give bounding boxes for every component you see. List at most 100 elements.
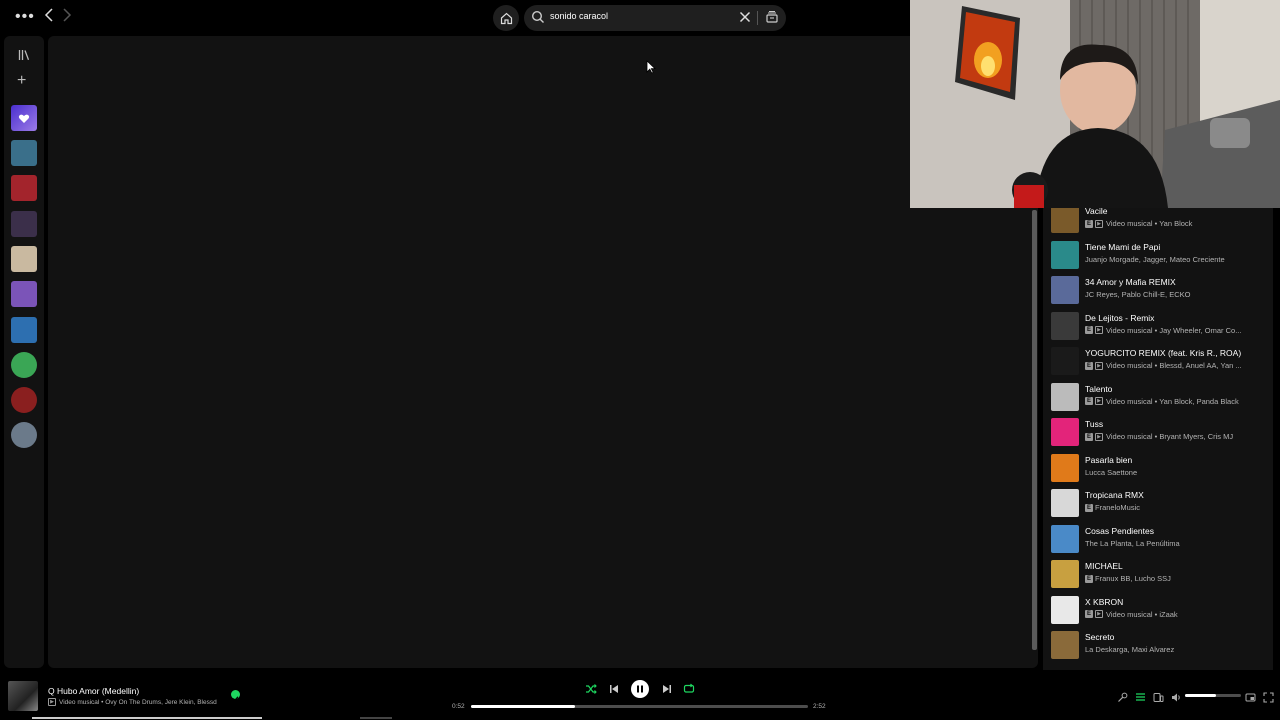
progress-bar[interactable] — [471, 705, 808, 708]
sidebar-item-playlist-4[interactable] — [11, 246, 37, 272]
sidebar-item-playlist-6[interactable] — [11, 317, 37, 343]
now-playing-artwork[interactable] — [8, 681, 38, 711]
queue-item-artists[interactable]: FraneloMusic — [1095, 503, 1140, 512]
volume-slider[interactable] — [1185, 694, 1241, 697]
queue-item-artwork — [1051, 524, 1079, 553]
now-playing-artists-text: Video musical • Ovy On The Drums, Jere K… — [59, 698, 217, 706]
heart-icon — [18, 114, 30, 123]
repeat-icon[interactable] — [683, 682, 695, 700]
queue-item-title[interactable]: Tropicana RMX — [1085, 490, 1144, 500]
queue-item[interactable]: Tuss E ▶ Video musical • Bryant Myers, Cris… — [1051, 418, 1276, 448]
shuffle-icon[interactable] — [585, 682, 597, 700]
search-bar[interactable]: sonido caracol — [524, 5, 786, 31]
queue-item-artists[interactable]: Video musical • iZaak — [1106, 610, 1178, 619]
sidebar-item-artist-2[interactable] — [11, 387, 37, 413]
more-options-icon[interactable]: ••• — [15, 8, 35, 26]
elapsed-time: 0:52 — [452, 703, 465, 710]
queue-item[interactable]: Pasarla bien Lucca Saettone — [1051, 453, 1276, 484]
queue-item-artwork — [1051, 631, 1079, 659]
queue-item[interactable]: Secreto La Deskarga, Maxi Alvarez — [1051, 631, 1276, 661]
queue-item-meta: E ▶ Video musical • Yan Block — [1085, 219, 1192, 228]
explicit-badge: E — [1085, 326, 1093, 334]
next-icon[interactable] — [661, 682, 673, 700]
video-icon: ▶ — [1095, 326, 1103, 334]
queue-item-title[interactable]: Pasarla bien — [1085, 455, 1132, 465]
queue-item-artwork — [1051, 560, 1079, 588]
sidebar-item-artist-1[interactable] — [11, 352, 37, 378]
queue-item-title[interactable]: X KBRON — [1085, 597, 1123, 607]
volume-icon[interactable] — [1171, 690, 1182, 708]
sidebar-item-artist-3[interactable] — [11, 422, 37, 448]
back-arrow-icon[interactable] — [44, 8, 56, 24]
forward-arrow-icon[interactable] — [62, 8, 74, 24]
library-sidebar: + — [4, 36, 44, 668]
queue-item-meta: Juanjo Morgade, Jagger, Mateo Creciente — [1085, 255, 1225, 264]
queue-item[interactable]: Talento E ▶ Video musical • Yan Block, Pand… — [1051, 382, 1276, 413]
queue-item-title[interactable]: YOGURCITO REMIX (feat. Kris R., ROA) — [1085, 348, 1241, 358]
queue-item-artwork — [1051, 240, 1079, 269]
sidebar-item-playlist-3[interactable] — [11, 211, 37, 237]
miniplayer-icon[interactable] — [1245, 690, 1256, 708]
queue-item[interactable]: Tiene Mami de Papi Juanjo Morgade, Jagger… — [1051, 240, 1276, 271]
queue-item-artists[interactable]: Video musical • Yan Block — [1106, 219, 1192, 228]
queue-item-artists[interactable]: La Deskarga, Maxi Alvarez — [1085, 645, 1174, 654]
queue-item-title[interactable]: Secreto — [1085, 632, 1114, 642]
queue-item-artwork — [1051, 347, 1079, 375]
sidebar-item-liked-songs[interactable] — [11, 105, 37, 131]
pause-button[interactable] — [631, 680, 649, 698]
queue-item[interactable]: 34 Amor y Mafia REMIX JC Reyes, Pablo Chi… — [1051, 276, 1276, 306]
library-icon[interactable] — [18, 48, 30, 66]
clear-search-icon[interactable] — [738, 10, 752, 29]
sidebar-item-playlist-1[interactable] — [11, 140, 37, 166]
scrollbar[interactable] — [1032, 210, 1037, 650]
queue-item-title[interactable]: Cosas Pendientes — [1085, 526, 1154, 536]
video-icon: ▶ — [1095, 219, 1103, 228]
queue-item-title[interactable]: Tiene Mami de Papi — [1085, 242, 1160, 252]
connect-device-icon[interactable] — [1153, 690, 1164, 708]
queue-item-meta: Lucca Saettone — [1085, 468, 1137, 477]
sidebar-item-playlist-5[interactable] — [11, 281, 37, 307]
sidebar-item-playlist-2[interactable] — [11, 175, 37, 201]
video-icon: ▶ — [1095, 397, 1103, 405]
queue-item-artists[interactable]: Franux BB, Lucho SSJ — [1095, 574, 1171, 583]
saved-check-icon[interactable] — [231, 690, 240, 702]
queue-item-artwork — [1051, 276, 1079, 304]
explicit-badge: E — [1085, 574, 1093, 583]
queue-item[interactable]: Cosas Pendientes The La Planta, La Penúlt… — [1051, 524, 1276, 555]
queue-item-meta: E ▶ Video musical • Bryant Myers, Cris MJ — [1085, 432, 1233, 441]
video-icon: ▶ — [1095, 432, 1103, 441]
fullscreen-icon[interactable] — [1263, 690, 1274, 708]
queue-item[interactable]: Vacile E ▶ Video musical • Yan Block — [1051, 205, 1276, 235]
queue-item-artists[interactable]: Video musical • Blessd, Anuel AA, Yan ..… — [1106, 361, 1242, 370]
previous-icon[interactable] — [608, 682, 620, 700]
queue-item-title[interactable]: Tuss — [1085, 419, 1103, 429]
queue-item-artists[interactable]: Lucca Saettone — [1085, 468, 1137, 477]
queue-item-meta: The La Planta, La Penúltima — [1085, 539, 1180, 548]
queue-item-meta: E FraneloMusic — [1085, 503, 1140, 512]
lyrics-mic-icon[interactable] — [1117, 690, 1128, 708]
queue-item-artists[interactable]: Video musical • Yan Block, Panda Black — [1106, 397, 1239, 406]
queue-item-title[interactable]: De Lejitos - Remix — [1085, 313, 1154, 323]
queue-item[interactable]: MICHAEL E Franux BB, Lucho SSJ — [1051, 560, 1276, 590]
now-playing-artists[interactable]: ▶ Video musical • Ovy On The Drums, Jere… — [48, 698, 217, 706]
queue-icon[interactable] — [1135, 690, 1146, 708]
queue-item[interactable]: X KBRON E ▶ Video musical • iZaak — [1051, 595, 1276, 626]
queue-item-artists[interactable]: Juanjo Morgade, Jagger, Mateo Creciente — [1085, 255, 1225, 264]
taskbar-indicator-2 — [360, 717, 392, 719]
queue-item-artists[interactable]: Video musical • Bryant Myers, Cris MJ — [1106, 432, 1233, 441]
home-button[interactable] — [493, 5, 519, 31]
queue-item[interactable]: Tropicana RMX E FraneloMusic — [1051, 489, 1276, 519]
webcam-image — [910, 0, 1280, 208]
search-input[interactable]: sonido caracol — [550, 11, 608, 21]
queue-item-title[interactable]: 34 Amor y Mafia REMIX — [1085, 277, 1176, 287]
queue-item-artists[interactable]: JC Reyes, Pablo Chill-E, ECKO — [1085, 290, 1190, 299]
now-playing-title[interactable]: Q Hubo Amor (Medellin) — [48, 686, 139, 696]
queue-item-title[interactable]: Talento — [1085, 384, 1112, 394]
queue-item-artists[interactable]: The La Planta, La Penúltima — [1085, 539, 1180, 548]
queue-item-artists[interactable]: Video musical • Jay Wheeler, Omar Co... — [1106, 326, 1241, 335]
queue-item[interactable]: YOGURCITO REMIX (feat. Kris R., ROA) E ▶ Vi… — [1051, 347, 1276, 377]
queue-item[interactable]: De Lejitos - Remix E ▶ Video musical • Jay … — [1051, 311, 1276, 342]
browse-icon[interactable] — [765, 10, 779, 29]
create-plus-icon[interactable]: + — [17, 73, 26, 89]
queue-item-title[interactable]: MICHAEL — [1085, 561, 1123, 571]
